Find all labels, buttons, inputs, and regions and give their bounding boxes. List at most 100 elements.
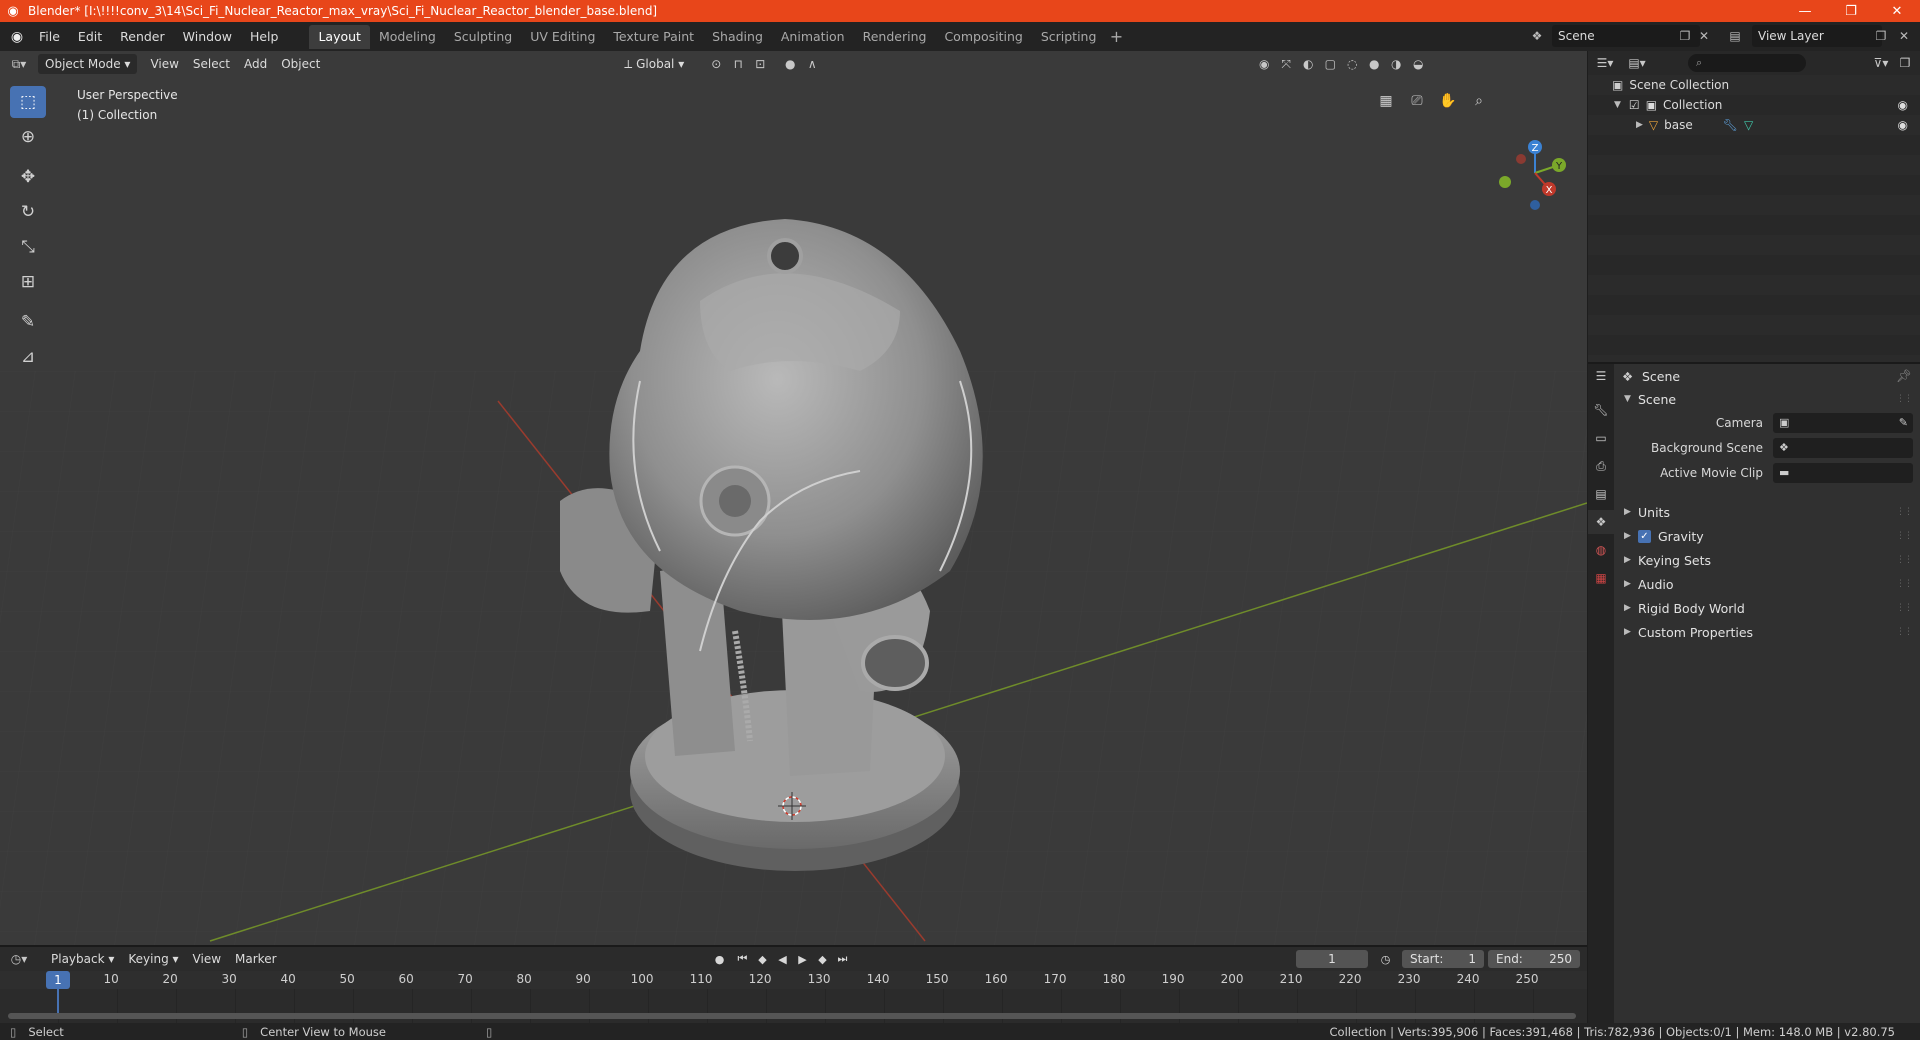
play-icon[interactable]: ▶: [793, 950, 812, 968]
view-layer-selector[interactable]: View Layer: [1752, 25, 1882, 47]
solid-shading-icon[interactable]: ●: [1363, 54, 1385, 74]
rendered-shading-icon[interactable]: ◒: [1407, 54, 1429, 74]
annotate-tool-icon[interactable]: ✎: [10, 306, 46, 338]
scale-tool-icon[interactable]: ⤡: [10, 231, 46, 263]
new-view-layer-icon[interactable]: ❐: [1870, 26, 1892, 46]
outliner-object-base[interactable]: ▶ ▽ base 🔧︎ ▽ ◉: [1588, 115, 1920, 135]
camera-field[interactable]: ▣ ✎: [1773, 412, 1913, 433]
cursor-tool-icon[interactable]: ⊕: [10, 121, 46, 153]
maximize-icon[interactable]: ❐: [1828, 0, 1874, 22]
pin-icon[interactable]: 📌︎: [1896, 368, 1912, 384]
gravity-panel-header[interactable]: ▶ ✓ Gravity ⋮⋮: [1618, 524, 1916, 548]
timeline-ruler[interactable]: 10 20 30 40 50 60 70 80 90 100 110 120 130 140 150 160 1…: [0, 971, 1587, 989]
timeline-menu-view[interactable]: View: [186, 949, 228, 969]
playhead-frame[interactable]: 1: [46, 971, 70, 989]
modifier-wrench-icon[interactable]: 🔧︎: [1723, 118, 1738, 132]
blender-menu-icon[interactable]: ◉: [4, 25, 30, 49]
output-tab-icon[interactable]: ⎙: [1588, 454, 1614, 478]
preview-range-icon[interactable]: ◷: [1376, 950, 1395, 968]
object-visibility-eye-icon[interactable]: ◉: [1898, 118, 1908, 132]
viewport-menu-select[interactable]: Select: [186, 54, 237, 74]
gravity-checkbox[interactable]: ✓: [1638, 529, 1651, 543]
falloff-icon[interactable]: ∧: [801, 54, 823, 74]
tab-uv-editing[interactable]: UV Editing: [521, 25, 604, 49]
panel-grip-icon[interactable]: ⋮⋮: [1896, 394, 1913, 404]
add-workspace-icon[interactable]: +: [1105, 25, 1127, 49]
tab-modeling[interactable]: Modeling: [370, 25, 445, 49]
expand-arrow-icon[interactable]: ▶: [1636, 120, 1643, 130]
tab-texture-paint[interactable]: Texture Paint: [604, 25, 703, 49]
outliner-search-input[interactable]: ⌕: [1688, 54, 1806, 72]
outliner-editor-type-icon[interactable]: ☰▾: [1594, 53, 1616, 73]
timeline-menu-playback[interactable]: Playback ▾: [44, 949, 121, 969]
editor-type-icon[interactable]: ⧉▾: [8, 54, 30, 74]
eyedropper-icon[interactable]: ✎: [1899, 416, 1908, 429]
remove-scene-icon[interactable]: ✕: [1693, 26, 1715, 46]
viewport-menu-object[interactable]: Object: [274, 54, 327, 74]
tab-layout[interactable]: Layout: [309, 24, 370, 49]
3d-viewport[interactable]: Z Y X: [0, 51, 1587, 945]
prev-keyframe-icon[interactable]: ◆: [753, 950, 772, 968]
view-layer-tab-icon[interactable]: ▤: [1588, 482, 1614, 506]
display-mode-icon[interactable]: ▤▾: [1626, 53, 1648, 73]
menu-render[interactable]: Render: [111, 25, 174, 49]
panel-grip-icon[interactable]: ⋮⋮: [1896, 555, 1913, 565]
outliner-collection[interactable]: ▼ ☑ ▣ Collection ◉: [1588, 95, 1920, 115]
select-box-tool-icon[interactable]: ⬚: [10, 86, 46, 118]
current-frame-field[interactable]: 1: [1296, 950, 1368, 968]
scene-tab-icon[interactable]: ❖: [1588, 510, 1614, 534]
menu-file[interactable]: File: [30, 25, 69, 49]
world-tab-icon[interactable]: ◍: [1588, 538, 1614, 562]
scene-panel-header[interactable]: ▼ Scene ⋮⋮: [1618, 388, 1916, 410]
background-scene-field[interactable]: ❖: [1773, 437, 1913, 458]
properties-editor-type-icon[interactable]: ☰: [1588, 364, 1614, 388]
scene-browse-icon[interactable]: ❖: [1526, 26, 1548, 46]
audio-panel-header[interactable]: ▶ Audio ⋮⋮: [1618, 572, 1916, 596]
panel-grip-icon[interactable]: ⋮⋮: [1896, 603, 1913, 613]
timeline-editor-type-icon[interactable]: ◷▾: [8, 949, 30, 969]
start-frame-field[interactable]: Start: 1: [1402, 950, 1484, 968]
xray-icon[interactable]: ▢: [1319, 54, 1341, 74]
transform-orientation-dropdown[interactable]: ⟂ Global ▾: [617, 54, 691, 74]
menu-edit[interactable]: Edit: [69, 25, 111, 49]
camera-view-icon[interactable]: ⎚: [1403, 87, 1431, 115]
close-icon[interactable]: ✕: [1874, 0, 1920, 22]
tab-animation[interactable]: Animation: [772, 25, 854, 49]
rigid-body-world-panel-header[interactable]: ▶ Rigid Body World ⋮⋮: [1618, 596, 1916, 620]
measure-tool-icon[interactable]: ⊿: [10, 341, 46, 373]
snap-icon[interactable]: ⊓: [727, 54, 749, 74]
move-tool-icon[interactable]: ✥: [10, 161, 46, 193]
active-movie-clip-field[interactable]: ▬: [1773, 462, 1913, 483]
material-shading-icon[interactable]: ◑: [1385, 54, 1407, 74]
view-layer-browse-icon[interactable]: ▤: [1724, 26, 1746, 46]
menu-window[interactable]: Window: [174, 25, 241, 49]
record-icon[interactable]: ●: [710, 950, 729, 968]
timeline-menu-keying[interactable]: Keying ▾: [121, 949, 185, 969]
tab-sculpting[interactable]: Sculpting: [445, 25, 521, 49]
render-tab-icon[interactable]: ▭: [1588, 426, 1614, 450]
menu-help[interactable]: Help: [241, 25, 288, 49]
proportional-edit-icon[interactable]: ●: [779, 54, 801, 74]
remove-view-layer-icon[interactable]: ✕: [1893, 26, 1915, 46]
tab-scripting[interactable]: Scripting: [1032, 25, 1106, 49]
custom-properties-panel-header[interactable]: ▶ Custom Properties ⋮⋮: [1618, 620, 1916, 644]
panel-grip-icon[interactable]: ⋮⋮: [1896, 627, 1913, 637]
next-keyframe-icon[interactable]: ◆: [813, 950, 832, 968]
timeline-scrollbar[interactable]: [8, 1013, 1576, 1019]
pivot-point-icon[interactable]: ⊙: [705, 54, 727, 74]
minimize-icon[interactable]: —: [1782, 0, 1828, 22]
tab-compositing[interactable]: Compositing: [935, 25, 1031, 49]
tool-tab-icon[interactable]: 🔧︎: [1588, 398, 1614, 422]
panel-grip-icon[interactable]: ⋮⋮: [1896, 579, 1913, 589]
overlay-toggle-icon[interactable]: ◐: [1297, 54, 1319, 74]
visibility-icon[interactable]: ◉: [1253, 54, 1275, 74]
toggle-camera-grid-icon[interactable]: ▦: [1372, 87, 1400, 115]
object-mode-dropdown[interactable]: Object Mode ▾: [38, 54, 138, 74]
units-panel-header[interactable]: ▶ Units ⋮⋮: [1618, 500, 1916, 524]
transform-tool-icon[interactable]: ⊞: [10, 266, 46, 298]
pan-hand-icon[interactable]: ✋: [1434, 87, 1462, 115]
keying-sets-panel-header[interactable]: ▶ Keying Sets ⋮⋮: [1618, 548, 1916, 572]
viewport-menu-view[interactable]: View: [143, 54, 185, 74]
new-collection-icon[interactable]: ❐: [1894, 53, 1916, 73]
zoom-icon[interactable]: ⌕: [1465, 87, 1493, 115]
